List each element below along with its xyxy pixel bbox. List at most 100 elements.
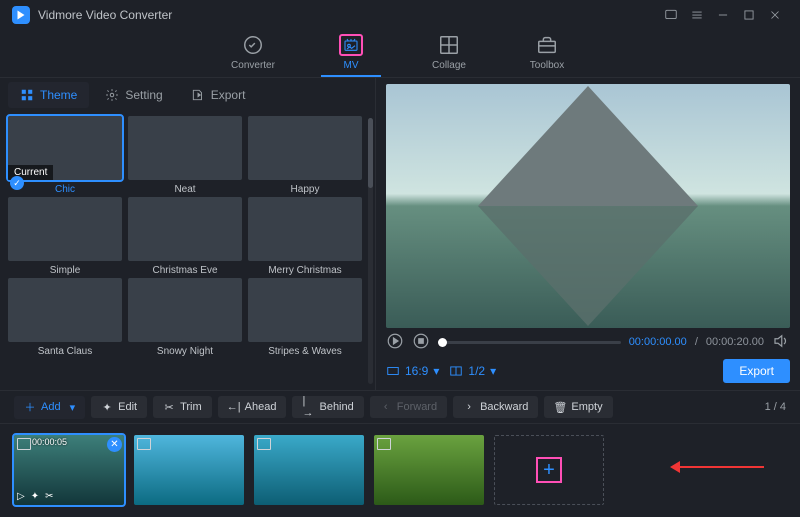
- behind-button[interactable]: |→ Behind: [292, 396, 363, 418]
- trim-button[interactable]: ✂ Trim: [153, 396, 212, 418]
- play-icon[interactable]: ▷: [17, 491, 25, 502]
- nav-label: Toolbox: [530, 60, 564, 71]
- converter-icon: [241, 34, 265, 56]
- nav-toolbox[interactable]: Toolbox: [517, 34, 577, 77]
- btn-label: Trim: [180, 401, 202, 413]
- time-sep: /: [695, 336, 698, 348]
- edit-button[interactable]: ✦ Edit: [91, 396, 147, 418]
- feedback-icon[interactable]: [658, 5, 684, 25]
- nav-label: MV: [344, 60, 359, 71]
- theme-stripes-waves[interactable]: Stripes & Waves: [248, 278, 362, 357]
- time-total: 00:00:20.00: [706, 336, 764, 348]
- volume-icon[interactable]: [772, 332, 790, 353]
- export-label: Export: [739, 364, 774, 378]
- nav-label: Collage: [432, 60, 466, 71]
- clip-count: 1 / 4: [765, 401, 786, 413]
- video-icon: [377, 438, 391, 450]
- theme-label: Happy: [248, 184, 362, 195]
- theme-merry-christmas[interactable]: Merry Christmas: [248, 197, 362, 276]
- time-current: 00:00:00.00: [629, 336, 687, 348]
- btn-label: Behind: [319, 401, 353, 413]
- preview-viewport: [386, 84, 790, 328]
- control-row: 16:9 ▾ 1/2 ▾ Export: [386, 356, 790, 386]
- clip-controls: ▷ ✦ ✂: [17, 491, 53, 502]
- minimize-icon[interactable]: [710, 5, 736, 25]
- app-title: Vidmore Video Converter: [38, 8, 172, 22]
- main-nav: Converter MV Collage Toolbox: [0, 30, 800, 78]
- theme-label: Simple: [8, 265, 122, 276]
- ahead-button[interactable]: ←|Ahead: [218, 396, 287, 418]
- theme-label: Chic: [8, 184, 122, 195]
- play-icon[interactable]: [386, 332, 404, 353]
- nav-converter[interactable]: Converter: [223, 34, 283, 77]
- wand-icon: ✦: [101, 401, 113, 413]
- forward-button[interactable]: ‹ Forward: [370, 396, 447, 418]
- backward-button[interactable]: ›Backward: [453, 396, 538, 418]
- theme-neat[interactable]: Neat: [128, 116, 242, 195]
- tab-export[interactable]: Export: [179, 82, 258, 108]
- clip-1[interactable]: 00:00:05 ✕ ▷ ✦ ✂: [14, 435, 124, 505]
- clip-2[interactable]: [134, 435, 244, 505]
- split-select[interactable]: 1/2 ▾: [449, 364, 496, 378]
- clip-duration: 00:00:05: [32, 437, 67, 447]
- theme-christmas-eve[interactable]: Christmas Eve: [128, 197, 242, 276]
- play-row: 00:00:00.00 / 00:00:20.00: [386, 328, 790, 356]
- clip-4[interactable]: [374, 435, 484, 505]
- chevron-right-icon: ›: [463, 401, 475, 413]
- remove-clip-icon[interactable]: ✕: [107, 437, 122, 452]
- theme-happy[interactable]: Happy: [248, 116, 362, 195]
- tab-label: Setting: [125, 88, 162, 102]
- theme-label: Snowy Night: [128, 346, 242, 357]
- add-clip-slot[interactable]: +: [494, 435, 604, 505]
- close-icon[interactable]: [762, 5, 788, 25]
- timeline: 00:00:05 ✕ ▷ ✦ ✂ +: [0, 424, 800, 516]
- theme-chic[interactable]: Current✓ Chic: [8, 116, 122, 195]
- clip-3[interactable]: [254, 435, 364, 505]
- theme-grid: Current✓ Chic Neat Happy Simple Christma…: [0, 112, 375, 390]
- titlebar: Vidmore Video Converter: [0, 0, 800, 30]
- gear-icon: [105, 88, 119, 102]
- aspect-select[interactable]: 16:9 ▾: [386, 364, 439, 378]
- chevron-left-icon: ‹: [380, 401, 392, 413]
- theme-santa-claus[interactable]: Santa Claus: [8, 278, 122, 357]
- behind-icon: |→: [302, 401, 314, 413]
- video-icon: [137, 438, 151, 450]
- theme-simple[interactable]: Simple: [8, 197, 122, 276]
- seek-track[interactable]: [438, 341, 621, 344]
- add-button[interactable]: ＋Add▾: [14, 396, 85, 419]
- empty-button[interactable]: 🗑 Empty: [544, 396, 612, 418]
- tab-theme[interactable]: Theme: [8, 82, 89, 108]
- theme-snowy-night[interactable]: Snowy Night: [128, 278, 242, 357]
- theme-scrollbar[interactable]: [368, 118, 373, 384]
- maximize-icon[interactable]: [736, 5, 762, 25]
- btn-label: Edit: [118, 401, 137, 413]
- theme-label: Santa Claus: [8, 346, 122, 357]
- plus-icon: ＋: [24, 401, 36, 413]
- nav-collage[interactable]: Collage: [419, 34, 479, 77]
- export-button[interactable]: Export: [723, 359, 790, 383]
- check-icon: ✓: [10, 176, 24, 190]
- trash-icon: 🗑: [554, 401, 566, 413]
- aspect-value: 16:9: [405, 364, 428, 378]
- app-logo: [12, 6, 30, 24]
- tab-setting[interactable]: Setting: [93, 82, 174, 108]
- nav-label: Converter: [231, 60, 275, 71]
- split-value: 1/2: [468, 364, 485, 378]
- annotation-arrow: [680, 466, 764, 468]
- theme-label: Neat: [128, 184, 242, 195]
- video-icon: [257, 438, 271, 450]
- stop-icon[interactable]: [412, 332, 430, 353]
- theme-label: Merry Christmas: [248, 265, 362, 276]
- menu-icon[interactable]: [684, 5, 710, 25]
- ahead-icon: ←|: [228, 401, 240, 413]
- export-icon: [191, 88, 205, 102]
- btn-label: Empty: [571, 401, 602, 413]
- scissors-icon: ✂: [163, 401, 175, 413]
- theme-label: Stripes & Waves: [248, 346, 362, 357]
- nav-mv[interactable]: MV: [321, 34, 381, 77]
- wand-icon[interactable]: ✦: [31, 491, 39, 502]
- left-tabs: Theme Setting Export: [0, 78, 375, 112]
- scissors-icon[interactable]: ✂: [45, 491, 53, 502]
- btn-label: Forward: [397, 401, 437, 413]
- mv-icon: [339, 34, 363, 56]
